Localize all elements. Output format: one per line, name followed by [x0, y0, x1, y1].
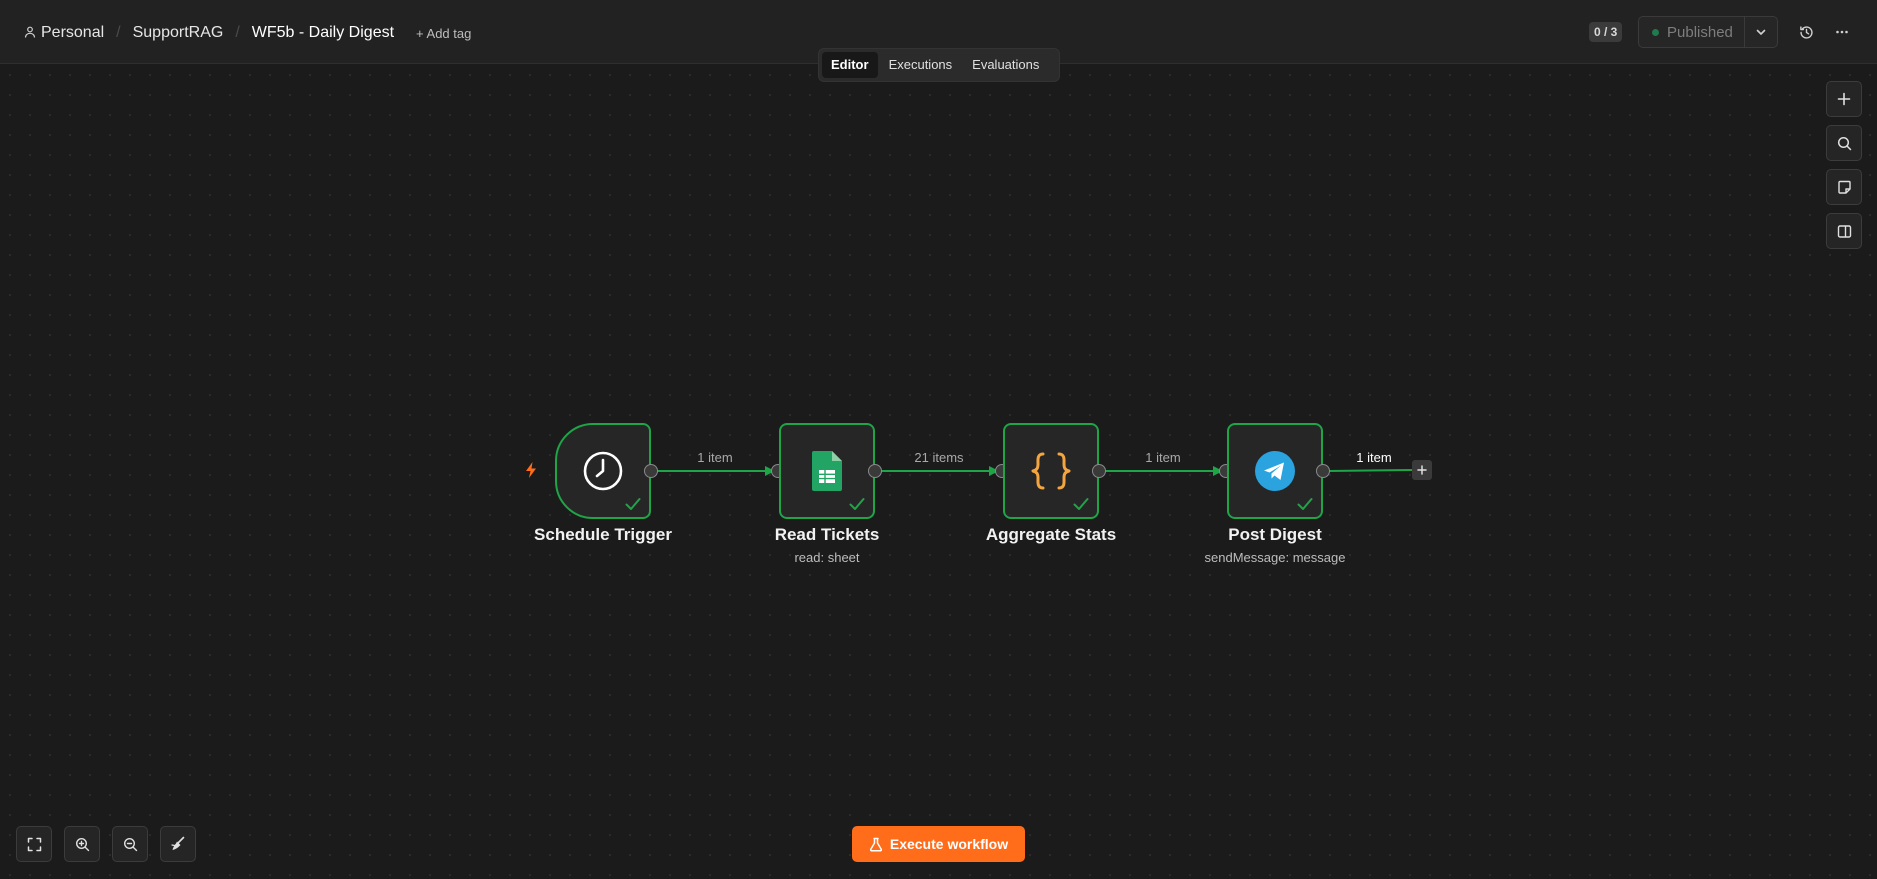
edge-label: 21 items — [914, 450, 964, 465]
flask-icon — [869, 837, 882, 852]
output-port[interactable] — [868, 464, 882, 478]
view-tabs: Editor Executions Evaluations — [818, 48, 1060, 82]
connection-2[interactable] — [881, 466, 999, 476]
edge-label: 1 item — [1145, 450, 1181, 465]
code-braces-icon — [1031, 452, 1071, 490]
success-check-icon — [1073, 498, 1089, 510]
node-subtitle: read: sheet — [794, 550, 860, 565]
plus-icon — [1837, 92, 1851, 106]
google-sheets-icon — [812, 451, 842, 491]
success-check-icon — [625, 498, 641, 510]
output-port[interactable] — [1316, 464, 1330, 478]
connection-3[interactable] — [1105, 466, 1223, 476]
connections-layer — [657, 466, 1413, 476]
plus-icon — [1417, 465, 1427, 475]
tab-evaluations[interactable]: Evaluations — [963, 52, 1048, 78]
success-check-icon — [849, 498, 865, 510]
connection-4[interactable] — [1328, 469, 1413, 472]
zoom-in-button[interactable] — [64, 826, 100, 862]
tidy-up-button[interactable] — [160, 826, 196, 862]
success-check-icon — [1297, 498, 1313, 510]
node-title: Aggregate Stats — [985, 525, 1117, 544]
node-title: Read Tickets — [774, 525, 880, 544]
tab-executions[interactable]: Executions — [880, 52, 962, 78]
connection-1[interactable] — [657, 466, 775, 476]
telegram-icon — [1255, 451, 1295, 491]
edge-label: 1 item — [697, 450, 733, 465]
node-read-tickets[interactable] — [779, 423, 875, 519]
output-port[interactable] — [644, 464, 658, 478]
sticky-note-icon — [1837, 180, 1851, 194]
execute-workflow-label: Execute workflow — [889, 836, 1009, 852]
zoom-out-button[interactable] — [112, 826, 148, 862]
search-icon — [1837, 136, 1851, 150]
zoom-in-icon — [75, 837, 89, 851]
node-aggregate-stats[interactable] — [1003, 423, 1099, 519]
search-nodes-button[interactable] — [1826, 125, 1862, 161]
node-subtitle: sendMessage: message — [1204, 550, 1346, 565]
node-title: Schedule Trigger — [534, 525, 672, 544]
panel-layout-icon — [1837, 224, 1851, 238]
sticky-note-button[interactable] — [1826, 169, 1862, 205]
add-node-panel-button[interactable] — [1826, 81, 1862, 117]
node-schedule-trigger[interactable] — [555, 423, 651, 519]
edge-label: 1 item — [1356, 450, 1392, 465]
clock-icon — [583, 451, 623, 491]
zoom-out-icon — [123, 837, 137, 851]
broom-icon — [171, 836, 185, 850]
toggle-panel-button[interactable] — [1826, 213, 1862, 249]
fullscreen-icon — [27, 837, 41, 851]
node-title: Post Digest — [1228, 525, 1322, 544]
fit-view-button[interactable] — [16, 826, 52, 862]
trigger-bolt-icon — [526, 462, 536, 478]
node-post-digest[interactable] — [1227, 423, 1323, 519]
execute-workflow-button[interactable]: Execute workflow — [852, 826, 1025, 862]
tab-editor[interactable]: Editor — [822, 52, 878, 78]
output-port[interactable] — [1092, 464, 1106, 478]
